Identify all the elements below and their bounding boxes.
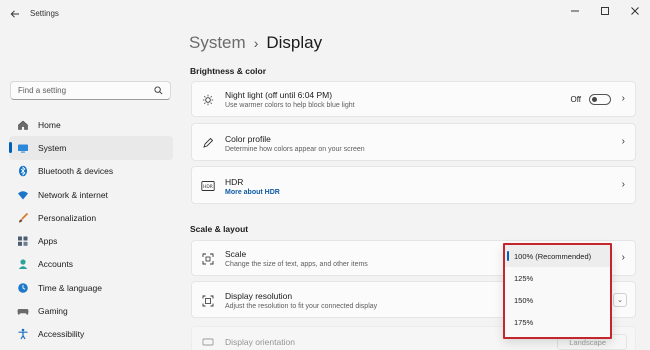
sidebar-item-bluetooth[interactable]: Bluetooth & devices — [9, 160, 173, 183]
sidebar-item-apps[interactable]: Apps — [9, 229, 173, 252]
page-title: Display — [266, 33, 323, 52]
night-light-title: Night light (off until 6:04 PM) — [225, 90, 333, 100]
brush-icon — [17, 212, 29, 224]
scale-dropdown-menu: 100% (Recommended) 125% 150% 175% — [503, 243, 612, 339]
resolution-dropdown[interactable]: ⌄ — [613, 293, 627, 307]
hdr-card[interactable]: HDR HDR More about HDR › — [191, 166, 636, 204]
sidebar-nav: Home System Bluetooth & devices Network … — [9, 113, 173, 346]
chevron-right-icon: › — [621, 93, 625, 104]
chevron-right-icon: › — [621, 252, 625, 263]
home-icon — [17, 119, 29, 131]
section-scale-layout: Scale & layout — [190, 224, 249, 234]
wifi-icon — [17, 189, 29, 201]
scale-option-175[interactable]: 175% — [505, 311, 610, 333]
breadcrumb-separator: › — [253, 35, 259, 51]
sidebar-item-label: Apps — [38, 236, 58, 247]
svg-text:HDR: HDR — [203, 184, 213, 190]
sidebar-item-network[interactable]: Network & internet — [9, 183, 173, 206]
maximize-icon — [601, 7, 609, 15]
section-brightness-color: Brightness & color — [190, 66, 267, 76]
search-icon[interactable] — [153, 86, 163, 96]
sidebar-item-label: Accounts — [38, 259, 73, 270]
chevron-right-icon: › — [621, 136, 625, 147]
breadcrumb-system[interactable]: System — [189, 33, 246, 53]
sidebar-item-label: Personalization — [38, 212, 97, 223]
accessibility-icon — [17, 328, 29, 340]
app-title: Settings — [30, 9, 59, 18]
bluetooth-icon — [17, 165, 29, 177]
display-resolution-title: Display resolution — [225, 291, 293, 301]
night-light-description: Use warmer colors to help block blue lig… — [225, 102, 355, 109]
scale-description: Change the size of text, apps, and other… — [225, 261, 368, 268]
chevron-right-icon: › — [621, 179, 625, 190]
search-box — [10, 81, 171, 100]
person-icon — [17, 258, 29, 270]
sidebar-item-accessibility[interactable]: Accessibility — [9, 323, 173, 346]
sidebar-item-home[interactable]: Home — [9, 113, 173, 136]
scale-option-150[interactable]: 150% — [505, 289, 610, 311]
sidebar-item-label: Gaming — [38, 306, 68, 317]
sidebar-item-label: Bluetooth & devices — [38, 166, 114, 177]
hdr-title: HDR — [225, 177, 244, 187]
sidebar-item-system[interactable]: System — [9, 136, 173, 160]
search-input[interactable] — [18, 86, 153, 95]
title-bar: Settings — [0, 0, 650, 28]
minimize-icon — [571, 10, 579, 12]
sidebar-item-label: Time & language — [38, 282, 102, 293]
back-button[interactable] — [8, 7, 22, 21]
more-about-hdr-link[interactable]: More about HDR — [225, 189, 280, 196]
breadcrumb: System › Display — [189, 33, 322, 53]
color-profile-description: Determine how colors appear on your scre… — [225, 146, 365, 153]
maximize-button[interactable] — [590, 0, 620, 22]
orientation-icon — [201, 335, 215, 349]
sun-icon — [201, 93, 215, 107]
gamepad-icon — [17, 305, 29, 317]
sidebar-item-label: Accessibility — [38, 329, 85, 340]
minimize-button[interactable] — [560, 0, 590, 22]
sidebar-item-label: Home — [38, 119, 61, 130]
sidebar-item-time-language[interactable]: Time & language — [9, 276, 173, 299]
close-icon — [631, 7, 639, 15]
back-arrow-icon — [10, 10, 19, 18]
sidebar-item-personalization[interactable]: Personalization — [9, 206, 173, 229]
monitor-icon — [17, 142, 29, 154]
pen-icon — [201, 136, 215, 150]
display-resolution-description: Adjust the resolution to fit your connec… — [225, 303, 378, 310]
night-light-toggle[interactable] — [589, 94, 611, 105]
sidebar-item-gaming[interactable]: Gaming — [9, 299, 173, 322]
apps-icon — [17, 235, 29, 247]
sidebar-item-label: System — [38, 142, 67, 153]
hdr-icon: HDR — [201, 179, 215, 193]
globe-clock-icon — [17, 282, 29, 294]
chevron-down-icon: ⌄ — [617, 297, 623, 304]
window-controls — [560, 0, 650, 22]
sidebar-item-accounts[interactable]: Accounts — [9, 253, 173, 276]
color-profile-card[interactable]: Color profile Determine how colors appea… — [191, 123, 636, 161]
color-profile-title: Color profile — [225, 134, 271, 144]
resolution-icon — [201, 294, 215, 308]
scale-option-125[interactable]: 125% — [505, 267, 610, 289]
night-light-card[interactable]: Night light (off until 6:04 PM) Use warm… — [191, 81, 636, 117]
night-light-toggle-label: Off — [570, 95, 581, 104]
scale-option-100[interactable]: 100% (Recommended) — [505, 245, 610, 267]
scale-title: Scale — [225, 249, 247, 259]
display-orientation-title: Display orientation — [225, 337, 295, 347]
scale-icon — [201, 252, 215, 266]
close-button[interactable] — [620, 0, 650, 22]
sidebar-item-label: Network & internet — [38, 189, 108, 200]
